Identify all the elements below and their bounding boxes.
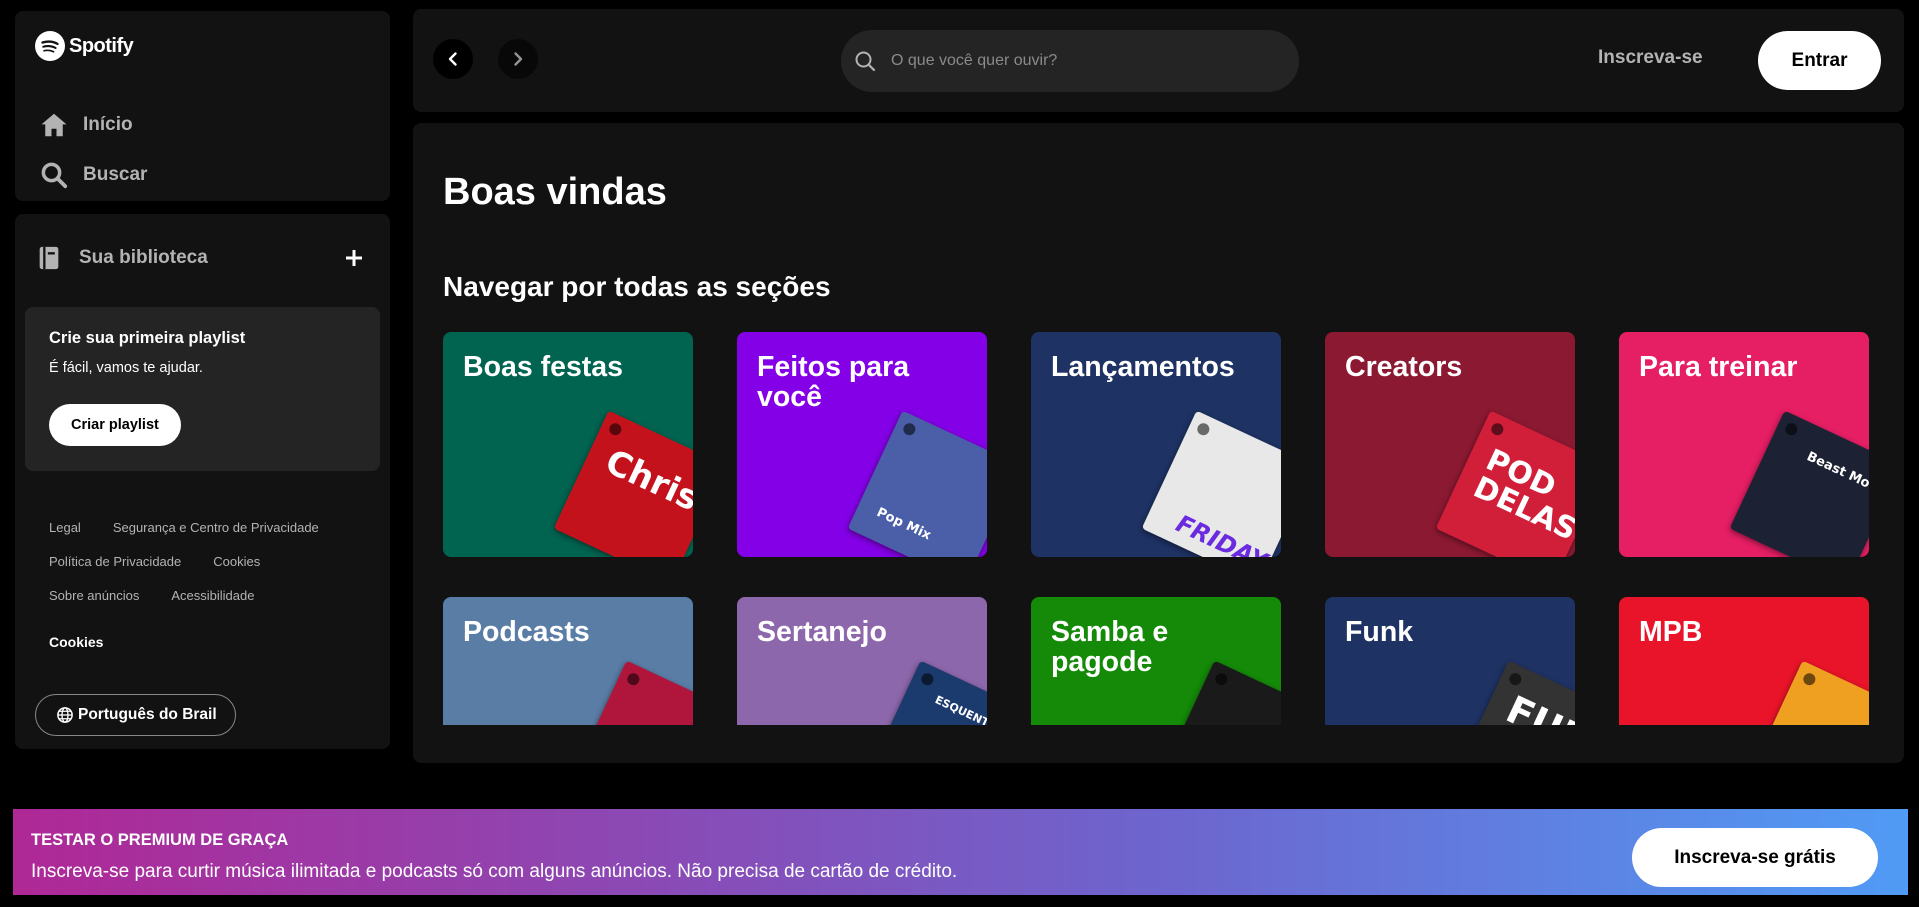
about-ads-link[interactable]: Sobre anúncios [49, 588, 139, 603]
browse-card-label: Samba e pagode [1051, 616, 1169, 678]
card-cover-art [1747, 660, 1869, 725]
plus-icon [346, 250, 362, 266]
browse-card-label: Feitos para você [757, 351, 910, 413]
browse-card[interactable]: Samba e pagode [1031, 597, 1281, 725]
cookies-link[interactable]: Cookies [49, 634, 103, 650]
language-label: Português do Brail [78, 706, 217, 723]
browse-card-label: Creators [1345, 351, 1463, 383]
browse-card-label: Podcasts [463, 616, 590, 648]
card-cover-art [571, 660, 693, 725]
footer-row: Legal Segurança e Centro de Privacidade [49, 510, 379, 544]
card-cover-art: FRIDAY [1141, 410, 1281, 557]
premium-banner-text: Inscreva-se para curtir música ilimitada… [31, 861, 958, 882]
browse-card[interactable]: MPB [1619, 597, 1869, 725]
browse-card[interactable]: Creators POD DELAS [1325, 332, 1575, 557]
browse-card-label: Sertanejo [757, 616, 887, 648]
sidebar-nav: Spotify Início Buscar [15, 11, 390, 201]
search-icon [41, 162, 68, 189]
premium-banner-title: TESTAR O PREMIUM DE GRAÇA [31, 831, 289, 849]
go-forward-button[interactable] [498, 39, 538, 79]
browse-card-label: Para treinar [1639, 351, 1798, 383]
search-input[interactable] [891, 52, 1271, 70]
create-playlist-button[interactable]: Criar playlist [49, 404, 181, 446]
browse-card[interactable]: Funk FUN [1325, 597, 1575, 725]
card-cover-art: ESQUENTA [865, 660, 987, 725]
create-playlist-subtitle: É fácil, vamos te ajudar. [49, 360, 203, 376]
browse-card-label: Funk [1345, 616, 1414, 648]
privacy-center-link[interactable]: Segurança e Centro de Privacidade [113, 520, 319, 535]
card-cover-art: FUN [1453, 660, 1575, 725]
library-title: Sua biblioteca [79, 247, 208, 268]
sidebar-library: Sua biblioteca Crie sua primeira playlis… [15, 214, 390, 749]
chevron-right-icon [514, 52, 523, 66]
legal-link[interactable]: Legal [49, 520, 81, 535]
library-icon [39, 246, 59, 270]
footer-row: Política de Privacidade Cookies [49, 544, 379, 578]
signup-free-button[interactable]: Inscreva-se grátis [1632, 828, 1878, 887]
nav-search[interactable]: Buscar [39, 160, 147, 190]
library-button[interactable]: Sua biblioteca [35, 244, 208, 272]
search-bar[interactable] [841, 30, 1299, 92]
card-cover-art: POD DELAS [1435, 410, 1575, 557]
spotify-logo[interactable]: Spotify [35, 31, 134, 61]
card-cover-art: Pop Mix [847, 410, 987, 557]
create-playlist-plus-button[interactable] [338, 242, 370, 274]
browse-card-label: MPB [1639, 616, 1703, 648]
search-icon [855, 51, 876, 72]
globe-icon [57, 707, 73, 723]
browse-card[interactable]: Sertanejo ESQUENTA [737, 597, 987, 725]
login-button[interactable]: Entrar [1758, 31, 1881, 90]
browse-grid: Boas festas Christm Hi Feitos para você … [443, 332, 1883, 725]
section-title: Navegar por todas as seções [443, 271, 831, 302]
browse-card[interactable]: Podcasts [443, 597, 693, 725]
card-cover-art: Beast Mode [1729, 410, 1869, 557]
nav-search-label: Buscar [83, 164, 148, 185]
create-playlist-card: Crie sua primeira playlist É fácil, vamo… [25, 307, 380, 471]
signup-button[interactable]: Inscreva-se [1598, 47, 1703, 69]
card-cover-art: Christm Hi [553, 410, 693, 557]
spotify-logo-icon [35, 31, 65, 61]
chevron-left-icon [448, 52, 457, 66]
browse-card-label: Boas festas [463, 351, 623, 383]
go-back-button[interactable] [433, 39, 473, 79]
spotify-wordmark: Spotify [69, 34, 134, 57]
language-button[interactable]: Português do Brail [35, 694, 236, 736]
browse-card[interactable]: Boas festas Christm Hi [443, 332, 693, 557]
browse-card[interactable]: Feitos para você Pop Mix [737, 332, 987, 557]
browse-card[interactable]: Lançamentos FRIDAY [1031, 332, 1281, 557]
footer-links: Legal Segurança e Centro de Privacidade … [49, 510, 379, 612]
cookies-settings-link[interactable]: Cookies [213, 554, 260, 569]
home-icon [41, 113, 67, 137]
page-title: Boas vindas [443, 171, 667, 213]
footer-row: Sobre anúncios Acessibilidade [49, 578, 379, 612]
main-content: Boas vindas Navegar por todas as seções … [413, 123, 1904, 763]
browse-card[interactable]: Para treinar Beast Mode [1619, 332, 1869, 557]
library-header: Sua biblioteca [35, 242, 370, 274]
accessibility-link[interactable]: Acessibilidade [171, 588, 254, 603]
create-playlist-title: Crie sua primeira playlist [49, 329, 246, 347]
premium-banner[interactable]: TESTAR O PREMIUM DE GRAÇA Inscreva-se pa… [13, 809, 1908, 895]
browse-card-label: Lançamentos [1051, 351, 1235, 383]
top-bar: Inscreva-se Entrar [413, 9, 1904, 112]
nav-home-label: Início [83, 114, 133, 135]
privacy-policy-link[interactable]: Política de Privacidade [49, 554, 181, 569]
nav-home[interactable]: Início [39, 110, 133, 140]
